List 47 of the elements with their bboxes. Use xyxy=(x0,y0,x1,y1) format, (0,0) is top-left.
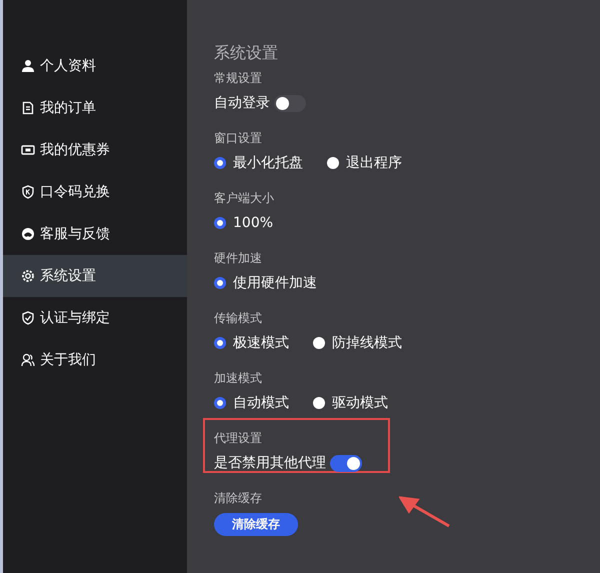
sidebar-item[interactable]: 个人资料 xyxy=(3,45,187,87)
radio-button[interactable] xyxy=(214,277,226,289)
toggle-switch[interactable] xyxy=(330,454,362,472)
radio-button[interactable] xyxy=(214,337,226,349)
section-label: 窗口设置 xyxy=(214,130,262,147)
sidebar-item[interactable]: 系统设置 xyxy=(3,255,187,297)
section-label: 代理设置 xyxy=(214,430,262,447)
menu-icon xyxy=(21,311,35,325)
radio-option[interactable]: 最小化托盘 xyxy=(214,154,303,172)
toggle-switch[interactable] xyxy=(274,94,306,112)
section-label: 硬件加速 xyxy=(214,250,262,267)
radio-button[interactable] xyxy=(214,397,226,409)
menu-icon xyxy=(21,101,35,115)
section-label: 传输模式 xyxy=(214,310,262,327)
radio-option[interactable]: 防掉线模式 xyxy=(313,334,402,352)
radio-option[interactable]: 100% xyxy=(214,215,274,231)
radio-option[interactable]: 使用硬件加速 xyxy=(214,274,317,292)
menu-icon xyxy=(21,185,35,199)
radio-option[interactable]: 退出程序 xyxy=(327,154,402,172)
menu-icon xyxy=(21,353,35,367)
section-label: 清除缓存 xyxy=(214,490,262,507)
section-label: 加速模式 xyxy=(214,370,262,387)
sidebar-item[interactable]: 关于我们 xyxy=(3,339,187,381)
radio-button[interactable] xyxy=(327,157,339,169)
radio-option[interactable]: 极速模式 xyxy=(214,334,289,352)
radio-button[interactable] xyxy=(214,157,226,169)
page-title: 系统设置 xyxy=(214,42,279,64)
radio-option[interactable]: 驱动模式 xyxy=(313,394,388,412)
annotation-arrow xyxy=(399,494,451,528)
menu-icon xyxy=(21,59,35,73)
radio-button[interactable] xyxy=(313,337,325,349)
toggle-label: 是否禁用其他代理 xyxy=(214,454,326,472)
radio-button[interactable] xyxy=(313,397,325,409)
sidebar-item[interactable]: 客服与反馈 xyxy=(3,213,187,255)
section-label: 客户端大小 xyxy=(214,190,274,207)
menu-icon xyxy=(21,227,35,241)
sidebar-item[interactable]: 我的订单 xyxy=(3,87,187,129)
sidebar-item[interactable]: 认证与绑定 xyxy=(3,297,187,339)
section-label: 常规设置 xyxy=(214,70,262,87)
sidebar-item[interactable]: 我的优惠券 xyxy=(3,129,187,171)
menu-icon xyxy=(21,143,35,157)
radio-button[interactable] xyxy=(214,217,226,229)
clear-cache-button[interactable]: 清除缓存 xyxy=(214,513,298,536)
radio-option[interactable]: 自动模式 xyxy=(214,394,289,412)
menu-icon xyxy=(21,269,35,283)
sidebar-item[interactable]: 口令码兑换 xyxy=(3,171,187,213)
toggle-label: 自动登录 xyxy=(214,94,270,112)
